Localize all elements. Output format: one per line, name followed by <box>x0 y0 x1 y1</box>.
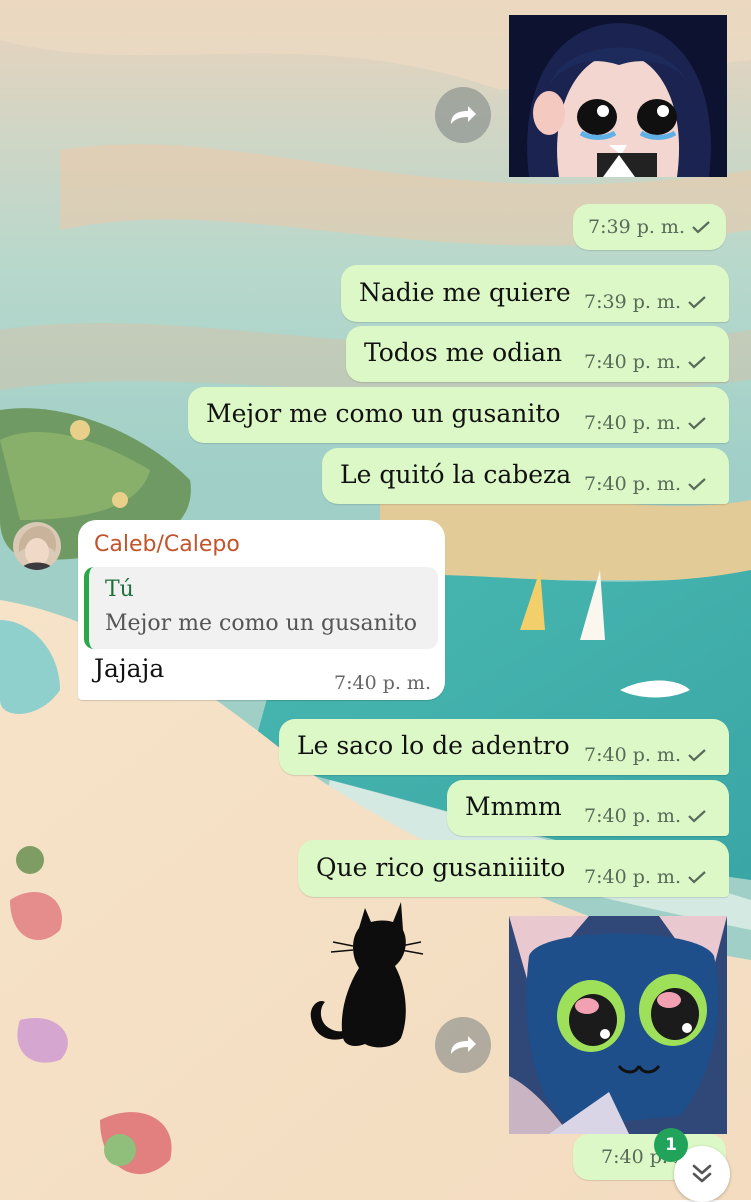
check-icon <box>688 296 706 309</box>
sticker-1-time-text: 7:39 p. m. <box>587 216 685 238</box>
forward-arrow-icon <box>451 106 476 124</box>
quoted-author: Tú <box>105 577 134 602</box>
forward-button-1[interactable] <box>435 87 491 143</box>
message-time: 7:39 p. m. <box>583 291 681 313</box>
quoted-text: Mejor me como un gusanito <box>105 611 417 636</box>
check-icon <box>688 749 706 762</box>
message-text: Le saco lo de adentro <box>297 730 570 760</box>
message-text: Jajaja <box>94 654 165 683</box>
message-time: 7:40 p. m. <box>583 805 681 827</box>
message-time: 7:40 p. m. <box>583 412 681 434</box>
message-text: Nadie me quiere <box>359 277 571 307</box>
message-time: 7:40 p. m. <box>583 473 681 495</box>
message-bubble[interactable]: Todos me odian 7:40 p. m. <box>346 326 729 382</box>
check-icon <box>692 221 710 234</box>
message-bubble[interactable]: Le saco lo de adentro 7:40 p. m. <box>279 719 729 775</box>
quoted-message[interactable]: Tú Mejor me como un gusanito <box>84 567 438 649</box>
check-icon <box>688 810 706 823</box>
cat-sticker-image <box>509 916 727 1134</box>
message-text: Mmmm <box>465 791 562 821</box>
double-chevron-down-icon <box>692 1164 712 1183</box>
message-time: 7:40 p. m. <box>333 672 431 694</box>
forward-arrow-icon <box>451 1036 476 1054</box>
sender-name[interactable]: Caleb/Calepo <box>94 532 240 557</box>
message-text: Mejor me como un gusanito <box>206 398 561 428</box>
message-bubble[interactable]: Nadie me quiere 7:39 p. m. <box>341 265 729 322</box>
check-icon <box>688 356 706 369</box>
crying-girl-image <box>509 15 727 177</box>
message-text: Todos me odian <box>364 337 563 367</box>
message-time: 7:40 p. m. <box>583 351 681 373</box>
message-time: 7:40 p. m. <box>583 866 681 888</box>
incoming-message-bubble[interactable]: Caleb/Calepo Tú Mejor me como un gusanit… <box>78 520 445 700</box>
sticker-cat[interactable] <box>509 916 727 1134</box>
unread-count-badge: 1 <box>654 1128 688 1162</box>
forward-button-2[interactable] <box>435 1017 491 1073</box>
message-bubble[interactable]: Le quitó la cabeza 7:40 p. m. <box>322 448 729 504</box>
sticker-crying-girl[interactable] <box>509 15 727 177</box>
check-icon <box>688 871 706 884</box>
message-bubble[interactable]: Mejor me como un gusanito 7:40 p. m. <box>188 387 729 443</box>
check-icon <box>688 478 706 491</box>
message-text: Le quitó la cabeza <box>340 459 572 489</box>
avatar[interactable] <box>13 522 61 570</box>
message-text: Que rico gusaniiiito <box>316 852 566 882</box>
message-bubble[interactable]: Que rico gusaniiiito 7:40 p. m. <box>298 840 729 897</box>
message-bubble[interactable]: Mmmm 7:40 p. m. <box>447 780 729 836</box>
cat-silhouette-decoration <box>310 902 424 1048</box>
check-icon <box>688 417 706 430</box>
contact-avatar-image <box>13 522 61 570</box>
message-time: 7:40 p. m. <box>583 744 681 766</box>
sticker-1-time: 7:39 p. m. <box>573 204 726 250</box>
